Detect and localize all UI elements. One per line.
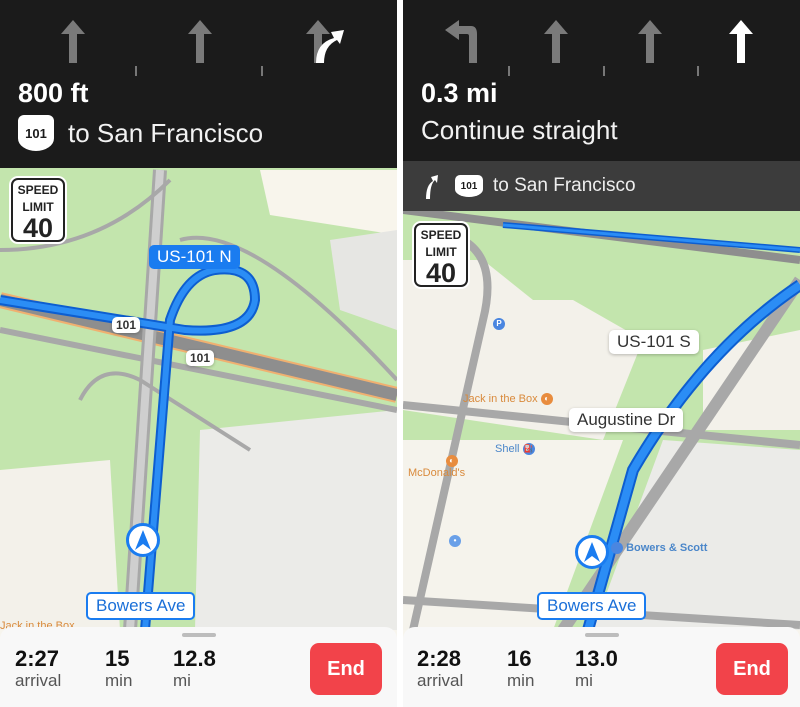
next-step-text: to San Francisco [493, 175, 636, 196]
navigation-arrow-icon [584, 542, 600, 562]
current-location-puck [575, 535, 609, 569]
navigation-screen-1: 800 ft 101 to San Francisco SPEED LIMIT … [0, 0, 397, 707]
bear-right-arrow-icon [426, 175, 438, 199]
parking-poi[interactable]: P [493, 318, 505, 331]
instruction-text: to San Francisco [68, 117, 264, 148]
transit-icon [611, 542, 623, 555]
straight-arrow-icon [729, 20, 753, 63]
straight-arrow-icon [188, 20, 212, 63]
left-turn-arrow-icon [445, 20, 477, 63]
navigation-screen-2: 0.3 mi Continue straight 101 to San Fran… [403, 0, 800, 707]
maneuver-distance: 800 ft [18, 78, 89, 108]
current-street-label: Bowers Ave [537, 592, 647, 620]
straight-arrow-icon [544, 20, 568, 63]
us-101-shield-icon: 101 [455, 175, 483, 197]
gas-station-icon: ⛽ [522, 443, 535, 456]
cross-street-label: Augustine Dr [569, 408, 684, 432]
maneuver-distance: 0.3 mi [421, 78, 498, 108]
end-route-button[interactable]: End [716, 643, 788, 695]
current-location-puck [126, 523, 160, 557]
arrival-stat: 2:27 arrival [15, 646, 62, 691]
next-step-bar[interactable]: 101 to San Francisco [403, 161, 800, 211]
current-street-label: Bowers Ave [86, 592, 196, 620]
restaurant-icon: ◐ [445, 455, 458, 468]
poi-jack-in-the-box[interactable]: Jack in the Box ◐ [463, 393, 553, 406]
trip-summary-card[interactable]: 2:27 arrival 15 min 12.8 mi End [0, 627, 397, 707]
maneuver-instruction: Continue straight [421, 115, 618, 146]
us-101-shield-icon: 101 [18, 115, 54, 151]
arrival-stat: 2:28 arrival [417, 646, 464, 691]
time-remaining-stat: 16 min [507, 646, 535, 691]
drag-handle[interactable] [181, 633, 216, 637]
poi-bowers-scott[interactable]: Bowers & Scott [611, 542, 707, 555]
maneuver-banner: 0.3 mi Continue straight [403, 0, 800, 161]
pin-icon: • [449, 535, 461, 548]
maneuver-instruction: 101 to San Francisco [18, 115, 263, 151]
navigation-arrow-icon [135, 530, 151, 550]
poi-shell[interactable]: Shell ⛽ [495, 443, 535, 456]
lane-guidance [0, 18, 397, 76]
poi-mcdonalds[interactable]: ◐ McDonald's [408, 455, 465, 479]
end-route-button[interactable]: End [310, 643, 382, 695]
lane-guidance [403, 18, 800, 76]
speed-limit-sign: SPEED LIMIT 40 [11, 178, 65, 242]
straight-and-right-arrow-icon [306, 20, 344, 63]
maneuver-banner: 800 ft 101 to San Francisco [0, 0, 397, 168]
highway-shield: 101 [186, 350, 215, 366]
highway-shield: 101 [112, 317, 141, 333]
route-callout[interactable]: US-101 N [149, 245, 240, 269]
distance-remaining-stat: 13.0 mi [575, 646, 618, 691]
drag-handle[interactable] [584, 633, 619, 637]
time-remaining-stat: 15 min [105, 646, 133, 691]
distance-remaining-stat: 12.8 mi [173, 646, 216, 691]
speed-limit-sign: SPEED LIMIT 40 [414, 223, 468, 287]
trip-summary-card[interactable]: 2:28 arrival 16 min 13.0 mi End [403, 627, 800, 707]
instruction-text: Continue straight [421, 115, 618, 145]
route-callout[interactable]: US-101 S [609, 330, 699, 354]
straight-arrow-icon [61, 20, 85, 63]
straight-arrow-icon [638, 20, 662, 63]
map-pin-poi[interactable]: • [449, 535, 461, 548]
parking-icon: P [493, 318, 505, 331]
restaurant-icon: ◐ [540, 393, 553, 406]
